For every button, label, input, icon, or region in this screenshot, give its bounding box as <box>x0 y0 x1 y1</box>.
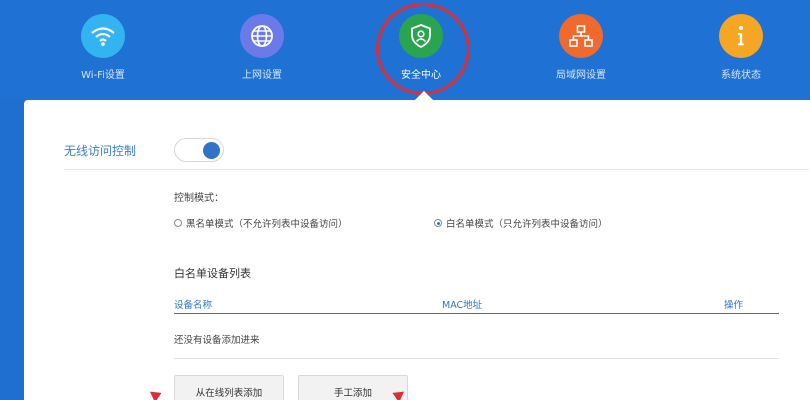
table-bottom-divider <box>174 358 779 359</box>
nav-label-system-status: 系统状态 <box>721 70 761 81</box>
nav-label-lan-settings: 局域网设置 <box>556 70 606 81</box>
blacklist-mode-radio[interactable] <box>174 219 182 227</box>
column-header-actions: 操作 <box>724 300 744 311</box>
whitelist-device-list-title: 白名单设备列表 <box>174 267 251 280</box>
active-tab-caret <box>415 91 433 100</box>
top-nav-bar: Wi-Fi设置 上网设置 安全中心 局域网设置 系统状态 <box>0 0 810 100</box>
whitelist-mode-radio[interactable] <box>434 219 442 227</box>
network-icon <box>559 14 603 58</box>
empty-list-message: 还没有设备添加进来 <box>174 335 260 346</box>
nav-item-lan-settings[interactable]: 局域网设置 <box>536 14 626 81</box>
settings-panel: 无线访问控制 控制模式： 黑名单模式（不允许列表中设备访问） 白名单模式（只允许… <box>24 100 810 400</box>
column-header-device-name: 设备名称 <box>174 300 213 311</box>
annotation-highlight-circle <box>376 3 470 95</box>
nav-item-wifi-settings[interactable]: Wi-Fi设置 <box>58 14 148 81</box>
blacklist-mode-label: 黑名单模式（不允许列表中设备访问） <box>186 219 348 230</box>
wireless-access-control-title: 无线访问控制 <box>64 144 137 158</box>
blacklist-mode-option[interactable]: 黑名单模式（不允许列表中设备访问） <box>174 216 348 230</box>
nav-label-wifi-settings: Wi-Fi设置 <box>81 70 125 81</box>
whitelist-mode-option[interactable]: 白名单模式（只允许列表中设备访问） <box>434 216 608 230</box>
control-mode-label: 控制模式： <box>174 193 224 204</box>
nav-item-internet-settings[interactable]: 上网设置 <box>217 14 307 81</box>
globe-icon <box>240 14 284 58</box>
whitelist-mode-label: 白名单模式（只允许列表中设备访问） <box>446 219 608 230</box>
nav-item-system-status[interactable]: 系统状态 <box>696 14 786 81</box>
table-header-underline <box>174 313 779 314</box>
wifi-icon <box>81 14 125 58</box>
add-from-online-list-button[interactable]: 从在线列表添加 <box>174 375 284 400</box>
divider <box>64 169 809 170</box>
toggle-knob <box>203 142 220 159</box>
info-icon <box>719 14 763 58</box>
wireless-access-toggle[interactable] <box>174 138 224 162</box>
annotation-arrow-left <box>149 387 165 400</box>
column-header-mac-address: MAC地址 <box>442 300 483 311</box>
nav-label-internet-settings: 上网设置 <box>242 70 282 81</box>
